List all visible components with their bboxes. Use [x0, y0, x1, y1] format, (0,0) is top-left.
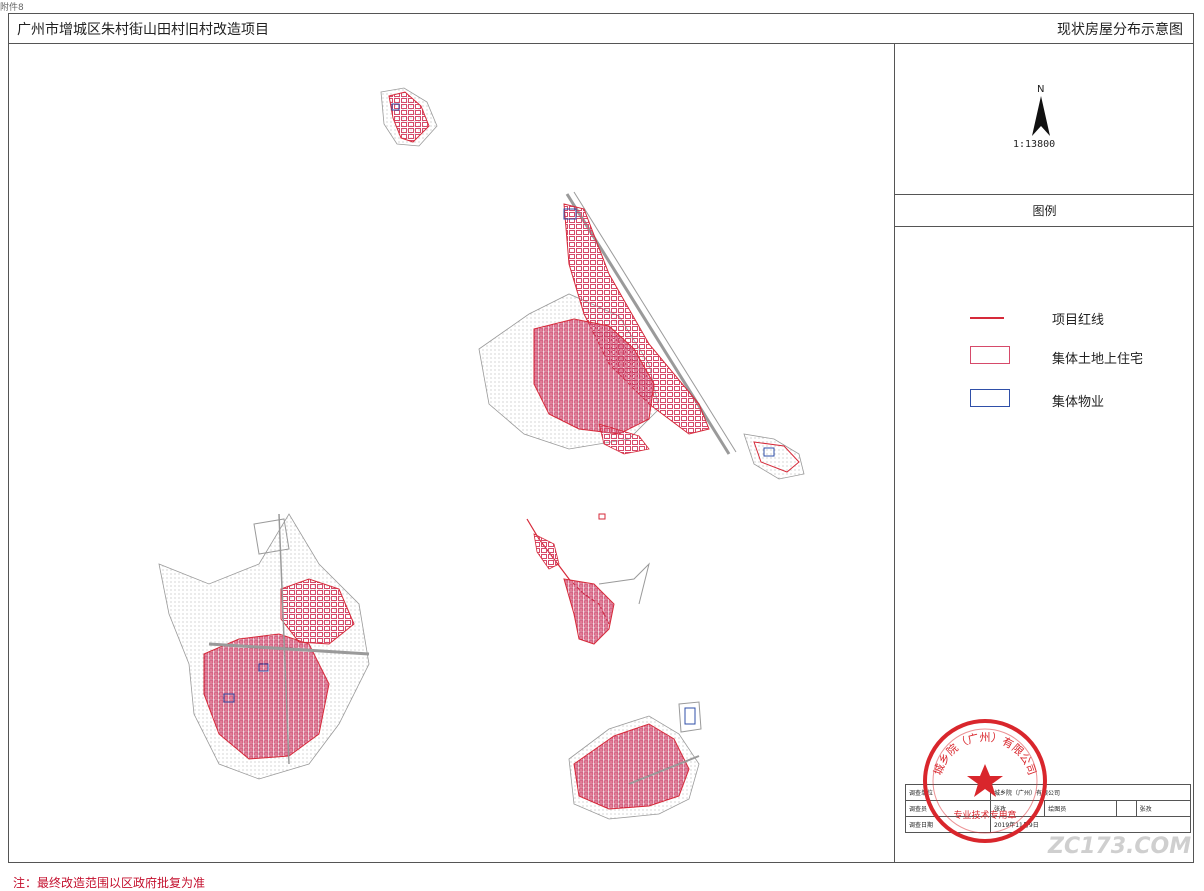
drafter-sign — [1115, 800, 1137, 817]
village-cluster-central — [526, 513, 650, 645]
title-bar: 广州市增城区朱村街山田村旧村改造项目 现状房屋分布示意图 — [9, 14, 1193, 44]
housing-swatch — [970, 346, 1010, 364]
attachment-mark: 附件8 — [0, 3, 24, 13]
approval-note: 注：最终改造范围以区政府批复为准 — [13, 876, 206, 890]
map-area[interactable]: 注：最终改造范围以区政府批复为准 — [9, 44, 894, 890]
village-cluster-south — [568, 701, 702, 820]
legend-title: 图例 — [1032, 204, 1057, 218]
village-cluster-southwest — [158, 513, 370, 780]
village-cluster-north — [380, 87, 438, 147]
project-title: 广州市增城区朱村街山田村旧村改造项目 — [17, 22, 269, 38]
legend-label: 项目红线 — [1052, 313, 1105, 328]
drafter-label: 绘图员 — [1044, 800, 1117, 817]
property-swatch — [970, 389, 1010, 407]
legend-header: 图例 — [895, 194, 1194, 227]
sheet-title: 现状房屋分布示意图 — [1057, 22, 1183, 38]
north-letter: N — [1037, 84, 1045, 95]
legend-label: 集体土地上住宅 — [1052, 352, 1144, 367]
seal-bottom-text: 专业技术专用章 — [953, 809, 1016, 821]
north-arrow-icon — [1032, 96, 1050, 136]
seal-stamp: 城乡院（广州）有限公司 专业技术专用章 — [923, 719, 1047, 843]
watermark-logo: ZC173.COM — [1048, 834, 1192, 859]
legend-label: 集体物业 — [1052, 395, 1105, 410]
checker-value: 张孜 — [1135, 800, 1192, 817]
village-cluster-northeast — [478, 191, 805, 480]
map-scale: 1:13800 — [1013, 139, 1056, 150]
company-seal: 城乡院（广州）有限公司 专业技术专用章 — [920, 716, 1050, 846]
map-canvas — [158, 87, 805, 820]
redline-swatch — [970, 317, 1004, 319]
north-arrow-box: N 1:13800 — [895, 44, 1194, 195]
